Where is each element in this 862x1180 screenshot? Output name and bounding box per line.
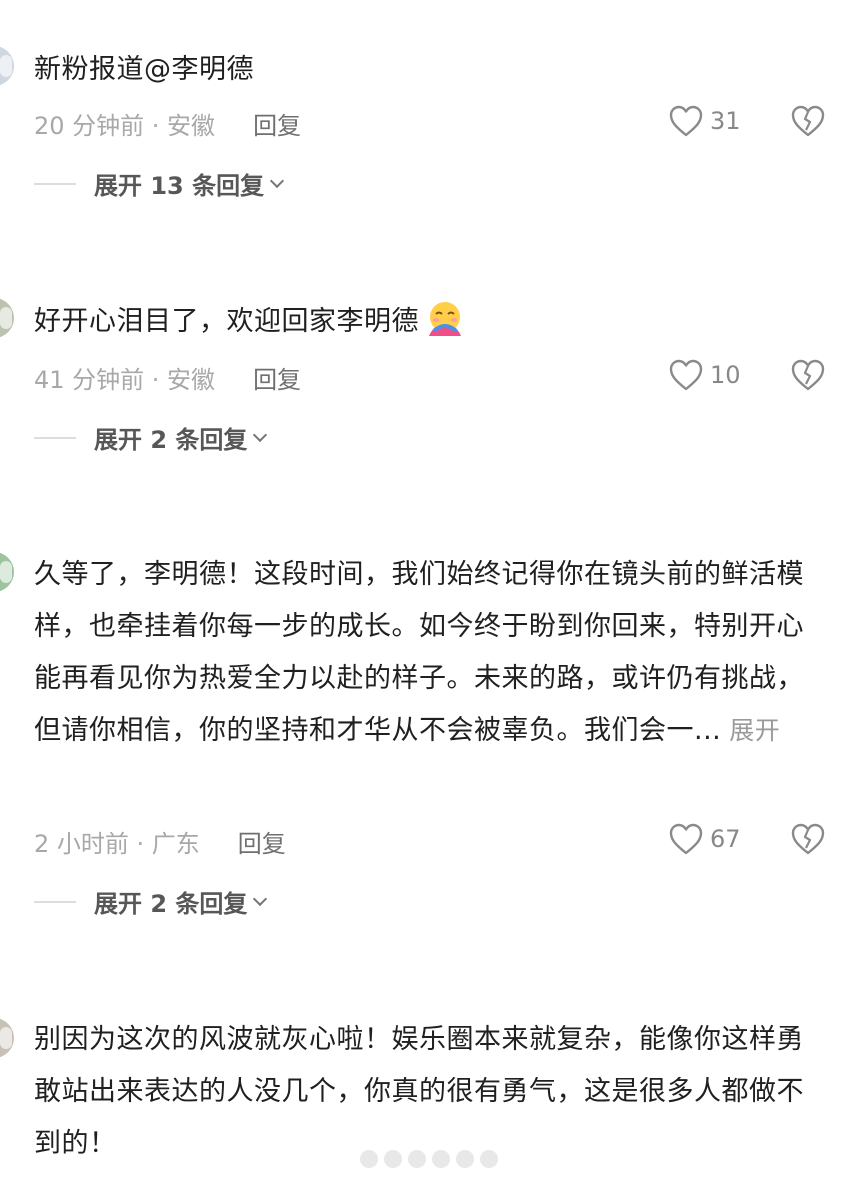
comment-text-block: 久等了，李明德！这段时间，我们始终记得你在镜头前的鲜活模样，也牵挂着你每一步的成… [34, 549, 822, 757]
avatar[interactable] [0, 552, 14, 592]
like-count: 10 [710, 361, 741, 389]
heart-outline-icon [669, 105, 703, 137]
divider [34, 436, 76, 439]
divider [34, 900, 76, 903]
expand-text-button[interactable]: 展开 [729, 716, 780, 745]
reply-button[interactable]: 回复 [253, 360, 301, 395]
comment-text: 别因为这次的风波就灰心啦！娱乐圈本来就复杂，能像你这样勇敢站出来表达的人没几个，… [34, 1024, 804, 1159]
hugging-face-emoji [429, 301, 461, 336]
avatar[interactable] [0, 298, 14, 338]
like-button[interactable]: 31 [668, 104, 741, 138]
reply-button[interactable]: 回复 [253, 106, 301, 141]
dislike-button[interactable] [790, 358, 826, 391]
chevron-down-icon [253, 891, 268, 906]
dislike-button[interactable] [790, 104, 826, 137]
dislike-button[interactable] [790, 822, 826, 855]
comment-text: 新粉报道@李明德 [34, 54, 254, 85]
comment-text: 久等了，李明德！这段时间，我们始终记得你在镜头前的鲜活模样，也牵挂着你每一步的成… [34, 559, 804, 746]
time-location: 20 分钟前 · 安徽 [34, 112, 216, 140]
time-location: 41 分钟前 · 安徽 [34, 366, 216, 394]
expand-replies-label: 展开 2 条回复 [94, 890, 248, 918]
reply-button[interactable]: 回复 [238, 824, 286, 859]
heart-outline-icon [669, 359, 703, 391]
comment-meta: 2 小时前 · 广东 回复 [34, 824, 286, 859]
broken-heart-icon [791, 105, 825, 137]
divider [34, 182, 76, 185]
avatar[interactable] [0, 1018, 14, 1058]
comment-text-row: 好开心泪目了，欢迎回家李明德 [34, 296, 822, 348]
watermark [360, 1150, 500, 1172]
comment-meta: 20 分钟前 · 安徽 回复 [34, 106, 301, 141]
like-button[interactable]: 10 [668, 358, 741, 392]
like-count: 31 [710, 107, 741, 135]
broken-heart-icon [791, 823, 825, 855]
comment-meta: 41 分钟前 · 安徽 回复 [34, 360, 301, 395]
like-count: 67 [710, 825, 741, 853]
like-button[interactable]: 67 [668, 822, 741, 856]
chevron-down-icon [253, 427, 268, 442]
expand-replies-button[interactable]: 展开 2 条回复 [34, 420, 268, 455]
expand-replies-label: 展开 13 条回复 [94, 172, 265, 200]
expand-replies-button[interactable]: 展开 2 条回复 [34, 884, 268, 919]
expand-replies-label: 展开 2 条回复 [94, 426, 248, 454]
avatar[interactable] [0, 46, 14, 86]
time-location: 2 小时前 · 广东 [34, 830, 200, 858]
expand-replies-button[interactable]: 展开 13 条回复 [34, 166, 285, 201]
chevron-down-icon [270, 173, 285, 188]
comment-text: 好开心泪目了，欢迎回家李明德 [34, 306, 419, 337]
broken-heart-icon [791, 359, 825, 391]
heart-outline-icon [669, 823, 703, 855]
